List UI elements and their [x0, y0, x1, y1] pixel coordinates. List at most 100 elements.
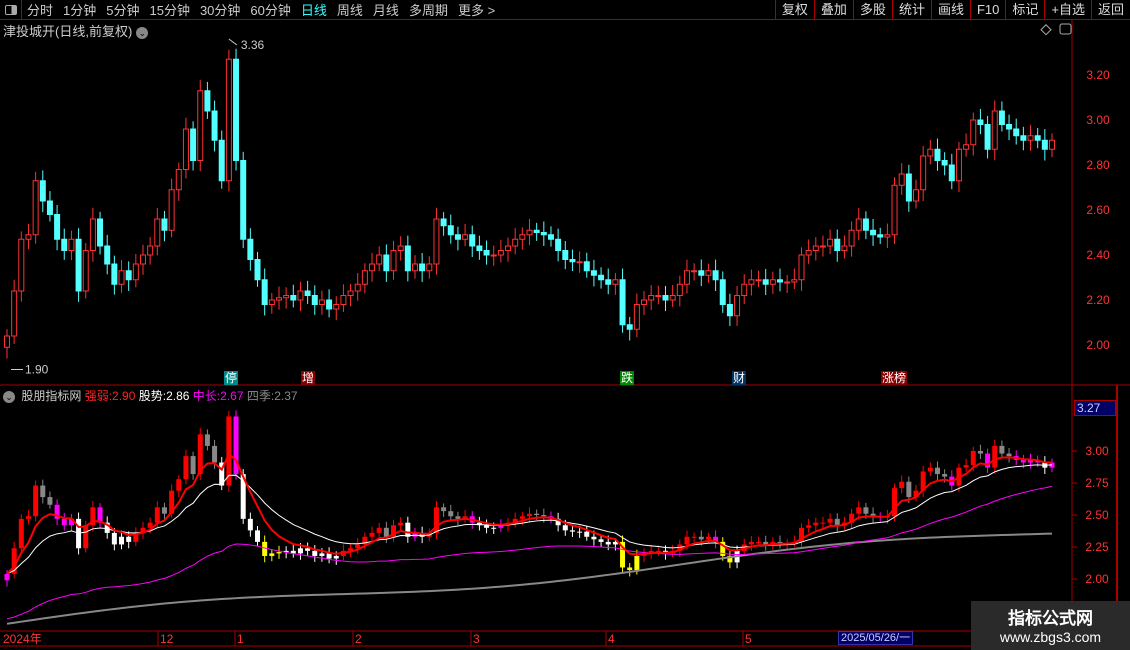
- event-marker[interactable]: 停: [224, 371, 239, 385]
- candle-body: [89, 218, 96, 251]
- candle-body: [884, 234, 891, 238]
- indicator-bar: [942, 474, 948, 477]
- indicator-bar: [856, 507, 862, 514]
- candle-body: [290, 295, 297, 301]
- event-marker[interactable]: 涨榜: [881, 371, 908, 385]
- candle-body: [705, 270, 712, 276]
- axis-tick-label: 2.00: [1086, 338, 1110, 352]
- candle-body: [268, 299, 275, 305]
- candle-body: [998, 110, 1005, 125]
- indicator-bar: [1020, 459, 1026, 463]
- candle-body: [32, 180, 39, 236]
- indicator-bar: [491, 527, 497, 529]
- chevron-down-icon[interactable]: ⌄: [3, 390, 15, 403]
- indicator-bar: [899, 481, 905, 489]
- indicator-bar: [269, 553, 275, 556]
- indicator-bar: [326, 553, 332, 559]
- candle-body: [440, 218, 447, 227]
- indicator-bar: [47, 497, 53, 505]
- candle-body: [154, 218, 161, 247]
- candle-body: [963, 144, 970, 150]
- candle-body: [61, 238, 68, 251]
- candle-body: [318, 299, 325, 305]
- candle-body: [870, 229, 877, 236]
- event-marker[interactable]: 财: [732, 371, 747, 385]
- indicator-bar: [190, 456, 196, 475]
- indicator-bar: [519, 516, 525, 519]
- candle-body: [197, 90, 204, 161]
- indicator-bar: [963, 465, 969, 468]
- axis-tick-label: 2.75: [1085, 476, 1109, 490]
- candle-body: [683, 270, 690, 285]
- candle-body: [240, 160, 247, 240]
- candle-body: [841, 245, 848, 251]
- candle-body: [626, 324, 633, 330]
- candle-body: [812, 245, 819, 251]
- candle-body: [1041, 139, 1048, 150]
- candle-body: [190, 128, 197, 161]
- indicator-bar: [369, 532, 375, 537]
- candle-body: [297, 290, 304, 301]
- candle-body: [261, 279, 268, 305]
- indicator-bar: [627, 567, 633, 571]
- candle-body: [848, 229, 855, 247]
- indicator-bar: [934, 467, 940, 475]
- cursor-date: 2025/05/26/一: [838, 631, 914, 645]
- indicator-bar: [577, 531, 583, 533]
- candle-body: [97, 218, 104, 247]
- candle-body: [805, 250, 812, 256]
- candle-body: [619, 279, 626, 326]
- candle-body: [905, 173, 912, 202]
- candle-body: [712, 270, 719, 281]
- date-label: 12: [160, 632, 174, 646]
- candle-body: [283, 295, 290, 299]
- last-value-box: 3.27: [1074, 400, 1116, 416]
- indicator-bar: [970, 451, 976, 466]
- candle-body: [247, 238, 254, 260]
- candle-body: [497, 250, 504, 256]
- candle-body: [862, 218, 869, 231]
- candle-body: [304, 290, 311, 296]
- indicator-bar: [212, 445, 218, 463]
- candle-body: [419, 263, 426, 272]
- candle-body: [798, 254, 805, 281]
- candle-body: [275, 297, 282, 301]
- candle-body: [1020, 135, 1027, 141]
- candle-body: [168, 189, 175, 231]
- indicator-bar: [247, 518, 253, 531]
- candle-body: [383, 254, 390, 272]
- candle-body: [762, 279, 769, 285]
- candle-body: [777, 279, 784, 283]
- candle-body: [354, 283, 361, 292]
- candle-body: [526, 229, 533, 236]
- candle-body: [376, 254, 383, 265]
- event-marker[interactable]: 增: [301, 371, 316, 385]
- candle-body: [877, 234, 884, 238]
- indicator-bar: [827, 518, 833, 523]
- candle-body: [726, 304, 733, 317]
- axis-tick-label: 2.50: [1085, 508, 1109, 522]
- kline-chart[interactable]: 3.20 3.00 2.80 2.60 2.40 2.20 2.00 3.00 2.75 2.50…: [0, 0, 1130, 650]
- candle-body: [970, 119, 977, 146]
- candle-body: [218, 139, 225, 182]
- indicator-bar: [1006, 453, 1012, 457]
- candle-body: [555, 238, 562, 251]
- indicator-bar: [806, 525, 812, 528]
- event-marker[interactable]: 跌: [620, 371, 635, 385]
- candle-body: [590, 270, 597, 276]
- date-label: 5: [745, 632, 752, 646]
- indicator-bar: [176, 479, 182, 491]
- candle-body: [955, 148, 962, 182]
- indicator-bar: [441, 507, 447, 512]
- candle-body: [784, 281, 791, 284]
- indicator-bar: [534, 513, 540, 515]
- indicator-bar: [398, 522, 404, 526]
- indicator-bar: [312, 550, 318, 556]
- candle-body: [46, 200, 53, 215]
- candle-body: [605, 279, 612, 285]
- candle-body: [655, 295, 662, 297]
- candle-body: [426, 263, 433, 272]
- candle-body: [547, 234, 554, 240]
- indicator-bar: [448, 511, 454, 517]
- candle-body: [404, 245, 411, 272]
